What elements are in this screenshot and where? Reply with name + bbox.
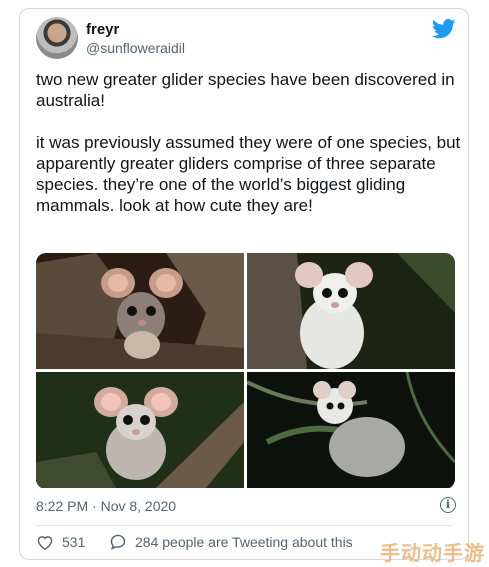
tweet-text: two new greater glider species have been… xyxy=(36,69,461,237)
tweet-timestamp[interactable]: 8:22 PM · Nov 8, 2020 xyxy=(36,498,176,514)
speech-bubble-icon xyxy=(110,534,126,550)
tweet-paragraph-1: two new greater glider species have been… xyxy=(36,70,455,110)
tweeting-about-label: 284 people are Tweeting about this xyxy=(135,534,353,550)
glider-photo-4[interactable] xyxy=(247,372,455,488)
watermark: 手动动手游 xyxy=(380,541,485,565)
glider-photo-2[interactable] xyxy=(247,253,455,369)
glider-photo-3[interactable] xyxy=(36,372,244,488)
heart-icon xyxy=(37,536,53,550)
tweet-card: freyr @sunfloweraidil two new greater gl… xyxy=(19,8,469,560)
like-count: 531 xyxy=(62,534,86,550)
author-name[interactable]: freyr xyxy=(86,21,119,38)
author-handle[interactable]: @sunfloweraidil xyxy=(86,40,185,56)
reply-button[interactable]: 284 people are Tweeting about this xyxy=(109,534,353,550)
divider xyxy=(36,525,452,526)
glider-photo-1[interactable] xyxy=(36,253,244,369)
media-grid xyxy=(36,253,455,489)
like-button[interactable]: 531 xyxy=(36,534,85,550)
tweet-paragraph-2: it was previously assumed they were of o… xyxy=(36,133,461,215)
avatar[interactable] xyxy=(36,17,78,59)
twitter-bird-icon[interactable] xyxy=(432,19,456,39)
info-icon[interactable]: i xyxy=(440,497,456,513)
